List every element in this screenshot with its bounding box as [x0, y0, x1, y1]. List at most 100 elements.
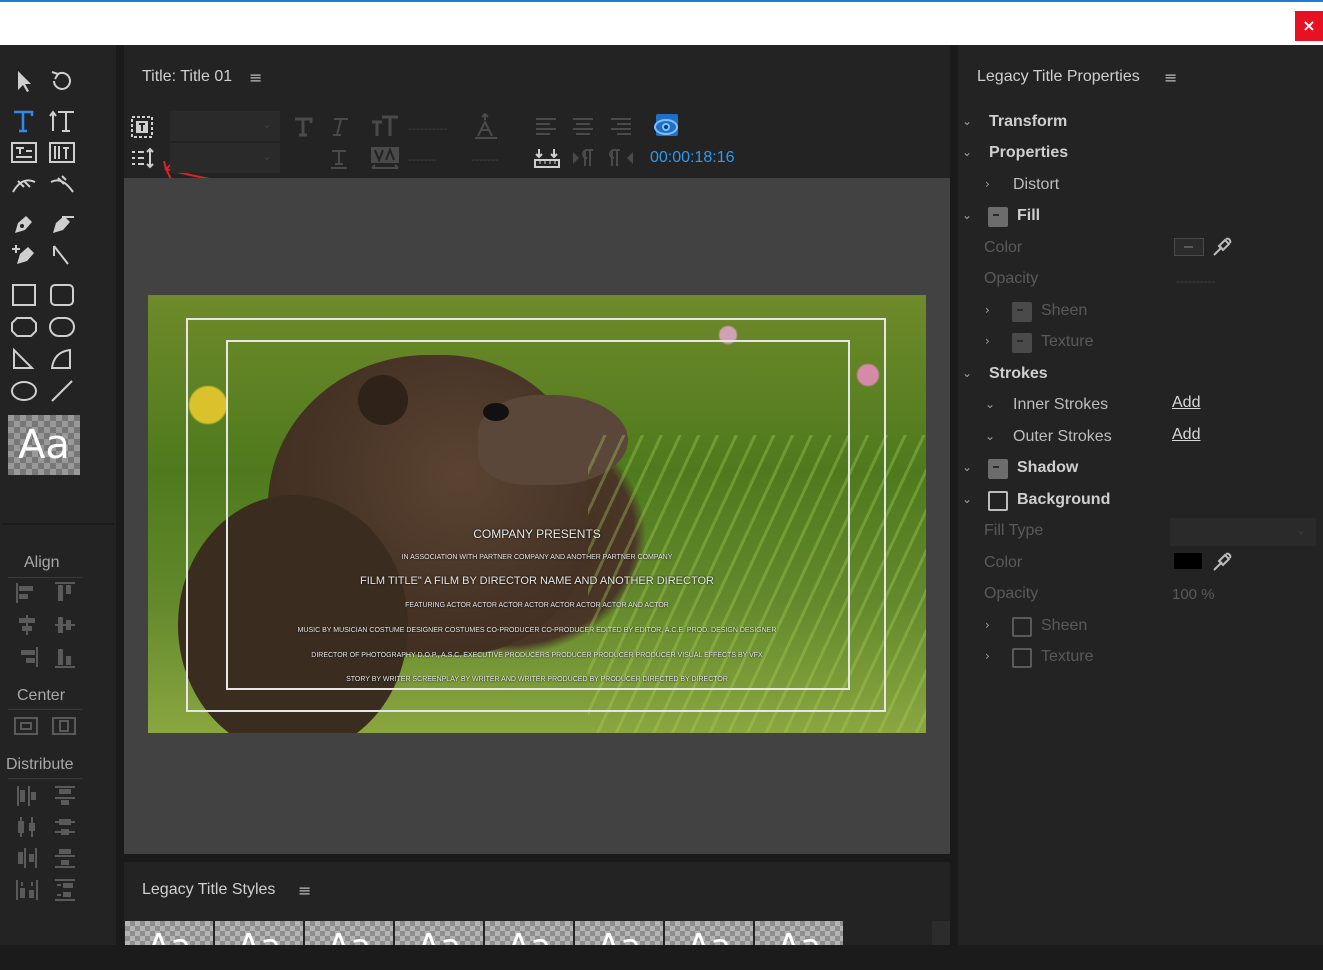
- background-section[interactable]: Background: [1017, 491, 1110, 509]
- fill-type-dropdown[interactable]: ⌄: [1170, 518, 1316, 546]
- align-text-left-icon[interactable]: [534, 116, 558, 138]
- credit-line-film-title[interactable]: FILM TITLE" A FILM BY DIRECTOR NAME AND …: [148, 575, 926, 587]
- properties-panel-menu-icon[interactable]: ≡: [1164, 68, 1177, 87]
- background-sheen-label[interactable]: Sheen: [1041, 617, 1087, 635]
- path-type-tool-icon[interactable]: [10, 172, 38, 198]
- rounded-rectangle-tool-icon[interactable]: [48, 314, 76, 340]
- chevron-down-icon[interactable]: ⌄: [962, 145, 972, 159]
- tracking-value[interactable]: -------: [408, 153, 436, 166]
- chevron-right-icon[interactable]: ›: [985, 334, 990, 348]
- eyedropper-icon[interactable]: [1211, 551, 1233, 573]
- credit-line-featuring[interactable]: FEATURING ACTOR ACTOR ACTOR ACTOR ACTOR …: [148, 602, 926, 609]
- background-opacity-value[interactable]: 100 %: [1172, 586, 1215, 603]
- vertical-type-tool-icon[interactable]: [48, 108, 76, 134]
- sheen-label[interactable]: Sheen: [1041, 302, 1087, 320]
- fill-color-swatch[interactable]: [1174, 238, 1204, 256]
- styles-panel-menu-icon[interactable]: ≡: [298, 881, 311, 900]
- rectangle-tool-icon[interactable]: [10, 282, 38, 308]
- clipped-corner-rectangle-tool-icon[interactable]: [10, 314, 38, 340]
- add-inner-stroke-link[interactable]: Add: [1172, 394, 1200, 412]
- texture-checkbox[interactable]: [1012, 333, 1032, 353]
- tab-stops-icon[interactable]: [130, 147, 156, 169]
- credit-line-music[interactable]: MUSIC BY MUSICIAN COSTUME DESIGNER COSTU…: [148, 627, 926, 634]
- italic-icon[interactable]: [328, 116, 350, 138]
- tab-stops-ruler-icon[interactable]: [534, 147, 560, 169]
- delete-anchor-point-tool-icon[interactable]: [48, 211, 76, 237]
- add-anchor-point-tool-icon[interactable]: [10, 242, 38, 268]
- shadow-section[interactable]: Shadow: [1017, 459, 1078, 477]
- vertical-path-type-tool-icon[interactable]: [48, 172, 76, 198]
- align-text-center-icon[interactable]: [571, 116, 595, 138]
- selection-tool-icon[interactable]: [10, 68, 38, 94]
- background-checkbox[interactable]: [988, 491, 1008, 511]
- background-sheen-checkbox[interactable]: [1012, 617, 1032, 637]
- line-tool-icon[interactable]: [48, 378, 76, 404]
- credit-line-company[interactable]: COMPANY PRESENTS: [148, 527, 926, 541]
- bold-icon[interactable]: [292, 116, 314, 138]
- style-thumbnail[interactable]: Aa: [485, 921, 573, 947]
- chevron-down-icon[interactable]: ⌄: [962, 460, 972, 474]
- convert-anchor-point-tool-icon[interactable]: [48, 242, 76, 268]
- show-background-video-eye-icon[interactable]: [652, 112, 680, 140]
- pen-tool-icon[interactable]: [10, 211, 38, 237]
- inner-strokes-label[interactable]: Inner Strokes: [1013, 396, 1108, 414]
- credit-line-story[interactable]: STORY BY WRITER SCREENPLAY BY WRITER AND…: [148, 676, 926, 683]
- align-text-right-icon[interactable]: [609, 116, 633, 138]
- fill-checkbox[interactable]: [988, 207, 1008, 227]
- fill-opacity-value[interactable]: ----------: [1176, 275, 1216, 288]
- credit-line-photography[interactable]: DIRECTOR OF PHOTOGRAPHY D.O.P., A.S.C. E…: [148, 652, 926, 659]
- fill-section[interactable]: Fill: [1017, 207, 1040, 225]
- distort-section[interactable]: Distort: [1013, 176, 1059, 194]
- paragraph-ltr-icon[interactable]: [571, 148, 597, 168]
- chevron-right-icon[interactable]: ›: [985, 618, 990, 632]
- background-texture-checkbox[interactable]: [1012, 648, 1032, 668]
- leading-icon[interactable]: [473, 112, 499, 140]
- arc-tool-icon[interactable]: [48, 346, 76, 372]
- ellipse-tool-icon[interactable]: [10, 378, 38, 404]
- transform-section[interactable]: Transform: [989, 113, 1067, 131]
- chevron-right-icon[interactable]: ›: [985, 177, 990, 191]
- type-tool-icon[interactable]: [10, 108, 38, 134]
- wedge-tool-icon[interactable]: [10, 346, 38, 372]
- underline-icon[interactable]: [328, 148, 350, 170]
- chevron-right-icon[interactable]: ›: [985, 303, 990, 317]
- chevron-down-icon[interactable]: ⌄: [962, 366, 972, 380]
- styles-scrollbar[interactable]: [932, 921, 950, 945]
- chevron-down-icon[interactable]: ⌄: [985, 429, 995, 443]
- rotation-tool-icon[interactable]: [48, 68, 76, 94]
- style-thumbnail[interactable]: Aa: [755, 921, 843, 947]
- sheen-checkbox[interactable]: [1012, 302, 1032, 322]
- add-outer-stroke-link[interactable]: Add: [1172, 426, 1200, 444]
- style-thumbnail[interactable]: Aa: [575, 921, 663, 947]
- chevron-right-icon[interactable]: ›: [985, 649, 990, 663]
- strokes-section[interactable]: Strokes: [989, 365, 1048, 383]
- background-color-swatch[interactable]: [1174, 553, 1202, 569]
- chevron-down-icon[interactable]: ⌄: [962, 492, 972, 506]
- style-thumbnail[interactable]: Aa: [215, 921, 303, 947]
- show-background-video-icon[interactable]: [131, 116, 153, 138]
- chevron-down-icon[interactable]: ⌄: [962, 114, 972, 128]
- style-thumbnail[interactable]: Aa: [305, 921, 393, 947]
- properties-section[interactable]: Properties: [989, 144, 1068, 162]
- area-type-tool-icon[interactable]: [10, 140, 38, 166]
- style-thumbnail[interactable]: Aa: [125, 921, 213, 947]
- title-panel-menu-icon[interactable]: ≡: [249, 68, 262, 87]
- texture-label[interactable]: Texture: [1041, 333, 1093, 351]
- font-size-icon[interactable]: [370, 114, 400, 138]
- chevron-down-icon[interactable]: ⌄: [962, 208, 972, 222]
- style-thumbnail[interactable]: Aa: [395, 921, 483, 947]
- background-texture-label[interactable]: Texture: [1041, 648, 1093, 666]
- close-button[interactable]: ×: [1295, 11, 1323, 41]
- chevron-down-icon[interactable]: ⌄: [985, 397, 995, 411]
- vertical-area-type-tool-icon[interactable]: [48, 140, 76, 166]
- eyedropper-icon[interactable]: [1211, 236, 1233, 258]
- paragraph-rtl-icon[interactable]: [609, 148, 635, 168]
- rounded-corner-rectangle-tool-icon[interactable]: [48, 282, 76, 308]
- shadow-checkbox[interactable]: [988, 459, 1008, 479]
- outer-strokes-label[interactable]: Outer Strokes: [1013, 428, 1112, 446]
- timecode[interactable]: 00:00:18:16: [650, 149, 735, 167]
- kerning-icon[interactable]: [370, 146, 400, 172]
- leading-value[interactable]: ----------: [408, 122, 448, 135]
- baseline-value[interactable]: -------: [471, 153, 499, 166]
- style-thumbnail[interactable]: Aa: [665, 921, 753, 947]
